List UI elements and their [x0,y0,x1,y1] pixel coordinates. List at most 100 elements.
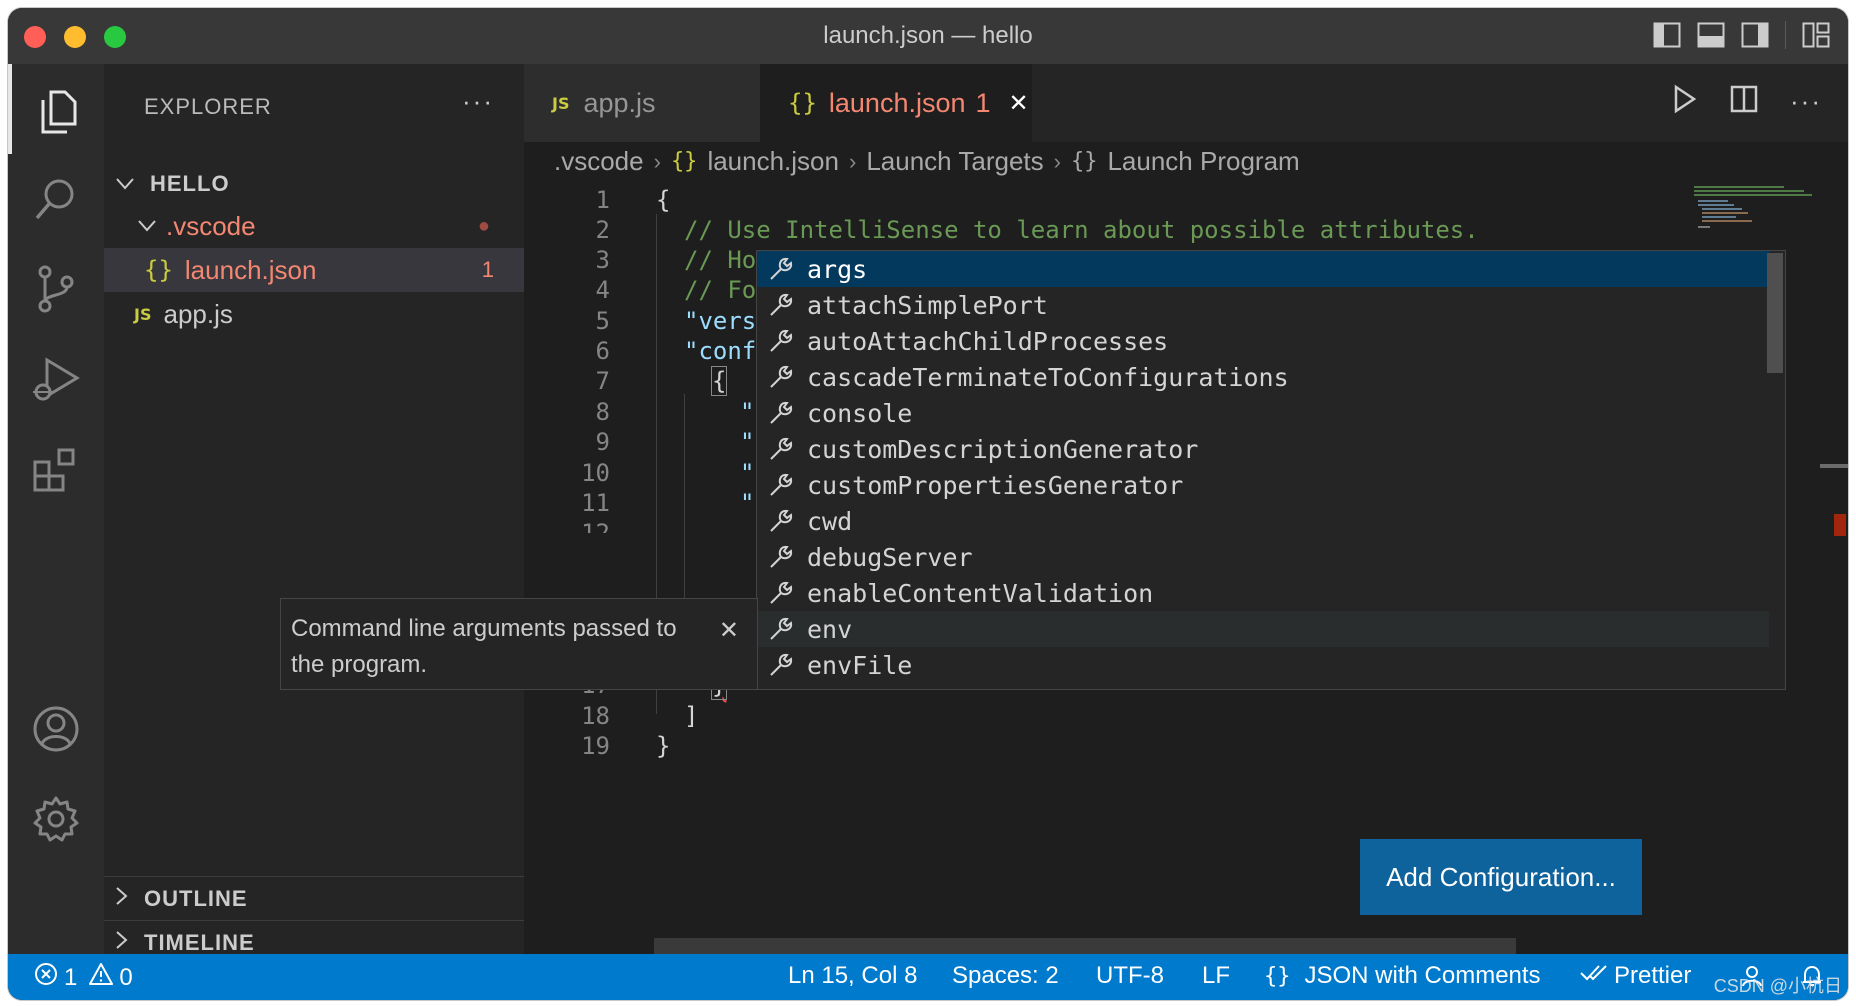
suggestion-item[interactable]: attachSimplePort [757,287,1769,323]
line-number: 12 [581,519,610,533]
suggestion-label: enableContentValidation [807,578,1154,608]
source-control-icon[interactable] [8,244,104,334]
tab-problems-badge: 1 [975,87,991,118]
suggestion-item[interactable]: args [757,251,1769,287]
breadcrumb-separator: › [1053,148,1061,174]
code-line: // Use IntelliSense to learn about possi… [684,216,1479,244]
suggestion-item[interactable]: envFile [757,647,1769,683]
toggle-panel-icon[interactable] [1697,22,1725,48]
property-wrench-icon [761,291,801,319]
json-file-icon: {} [670,149,698,174]
extensions-icon[interactable] [8,424,104,514]
tree-item-label: .vscode [166,210,256,241]
javascript-file-icon: JS [552,93,570,113]
suggestion-label: env [807,614,853,644]
search-icon[interactable] [8,154,104,244]
tree-item-app-js[interactable]: JS app.js [104,292,524,336]
activity-bar [8,64,104,954]
code-line: " [740,398,755,426]
suggestion-item[interactable]: cwd [757,503,1769,539]
language-mode[interactable]: {} JSON with Comments [1264,962,1541,990]
layout-controls [1653,21,1830,49]
split-editor-icon[interactable] [1730,85,1758,118]
suggestion-item[interactable]: console [757,395,1769,431]
code-line: " [740,459,755,487]
suggestion-item[interactable]: cascadeTerminateToConfigurations [757,359,1769,395]
breadcrumb-item[interactable]: Launch Targets [866,146,1043,177]
line-number: 18 [581,702,610,730]
tree-item-vscode-folder[interactable]: .vscode ● [104,204,524,248]
problems-status[interactable]: 1 0 [34,962,133,993]
editor-actions: ··· [1672,84,1822,119]
property-wrench-icon [761,507,801,535]
property-wrench-icon [761,435,801,463]
root-folder-label: HELLO [150,171,230,196]
code-line: " [740,428,755,456]
indentation[interactable]: Spaces: 2 [952,962,1059,990]
suggestion-item[interactable]: customDescriptionGenerator [757,431,1769,467]
tree-item-label: launch.json [184,254,317,285]
property-wrench-icon [761,255,801,283]
suggestion-scrollbar-thumb[interactable] [1767,253,1783,373]
suggestion-item[interactable]: enableContentValidation [757,575,1769,611]
explorer-more-actions-icon[interactable]: ··· [462,86,494,117]
run-and-debug-icon[interactable] [8,334,104,424]
suggestion-details-text: Command line arguments passed to the pro… [291,615,677,678]
explorer-icon[interactable] [8,64,104,154]
run-icon[interactable] [1672,84,1698,119]
encoding[interactable]: UTF-8 [1096,962,1164,990]
accounts-icon[interactable] [8,684,104,774]
suggestion-label: console [807,398,913,428]
javascript-file-icon: JS [134,304,152,324]
suggestion-item[interactable]: env [757,611,1769,647]
outline-label: OUTLINE [144,885,248,911]
cursor-position[interactable]: Ln 15, Col 8 [788,962,917,990]
code-line: { [656,186,671,214]
double-check-icon [1580,962,1608,990]
customize-layout-icon[interactable] [1802,22,1830,48]
breadcrumb: .vscode › {} launch.json › Launch Target… [554,146,1300,177]
suggestion-item[interactable]: customPropertiesGenerator [757,467,1769,503]
property-wrench-icon [761,399,801,427]
toggle-primary-sidebar-icon[interactable] [1653,22,1681,48]
suggestion-label: attachSimplePort [807,290,1048,320]
toggle-secondary-sidebar-icon[interactable] [1741,22,1769,48]
title-bar: launch.json — hello [8,8,1848,64]
error-icon [34,962,58,993]
line-number: 10 [581,459,610,487]
add-configuration-button[interactable]: Add Configuration... [1360,839,1642,915]
close-tab-icon[interactable]: ✕ [1009,89,1029,118]
outline-section[interactable]: OUTLINE [104,876,524,920]
line-number: 1 [595,186,610,214]
manage-gear-icon[interactable] [8,774,104,864]
suggestion-label: autoAttachChildProcesses [807,326,1169,356]
tree-root-folder[interactable]: HELLO [104,162,524,206]
suggestion-item[interactable]: autoAttachChildProcesses [757,323,1769,359]
vertical-scrollbar[interactable] [1820,184,1848,904]
suggestion-label: customDescriptionGenerator [807,434,1199,464]
editor-tab-bar: JS app.js {} launch.json 1 ✕ ··· [524,64,1848,142]
close-details-icon[interactable]: ✕ [719,613,739,649]
tab-app-js[interactable]: JS app.js [524,64,760,142]
code-line: { [710,366,728,396]
chevron-right-icon [116,886,140,911]
more-actions-icon[interactable]: ··· [1790,86,1822,117]
warning-icon [89,962,114,993]
tree-item-launch-json[interactable]: {} launch.json 1 [104,248,524,292]
problems-count-badge: 1 [481,257,494,282]
suggestion-widget[interactable]: args attachSimplePort autoAttachChildPro… [756,250,1786,690]
json-file-icon: {} [788,89,817,117]
property-wrench-icon [761,579,801,607]
prettier-status[interactable]: Prettier [1580,962,1691,990]
line-number: 6 [595,337,610,365]
breadcrumb-item[interactable]: launch.json [707,146,839,177]
breadcrumb-item[interactable]: .vscode [554,146,644,177]
suggestion-label: cascadeTerminateToConfigurations [807,362,1289,392]
chevron-down-icon [138,215,162,238]
suggestion-item[interactable]: debugServer [757,539,1769,575]
end-of-line[interactable]: LF [1202,962,1230,990]
code-line: "conf [684,337,757,365]
prettier-label: Prettier [1614,962,1692,989]
breadcrumb-item[interactable]: Launch Program [1107,146,1299,177]
tab-launch-json[interactable]: {} launch.json 1 ✕ [760,64,1032,142]
